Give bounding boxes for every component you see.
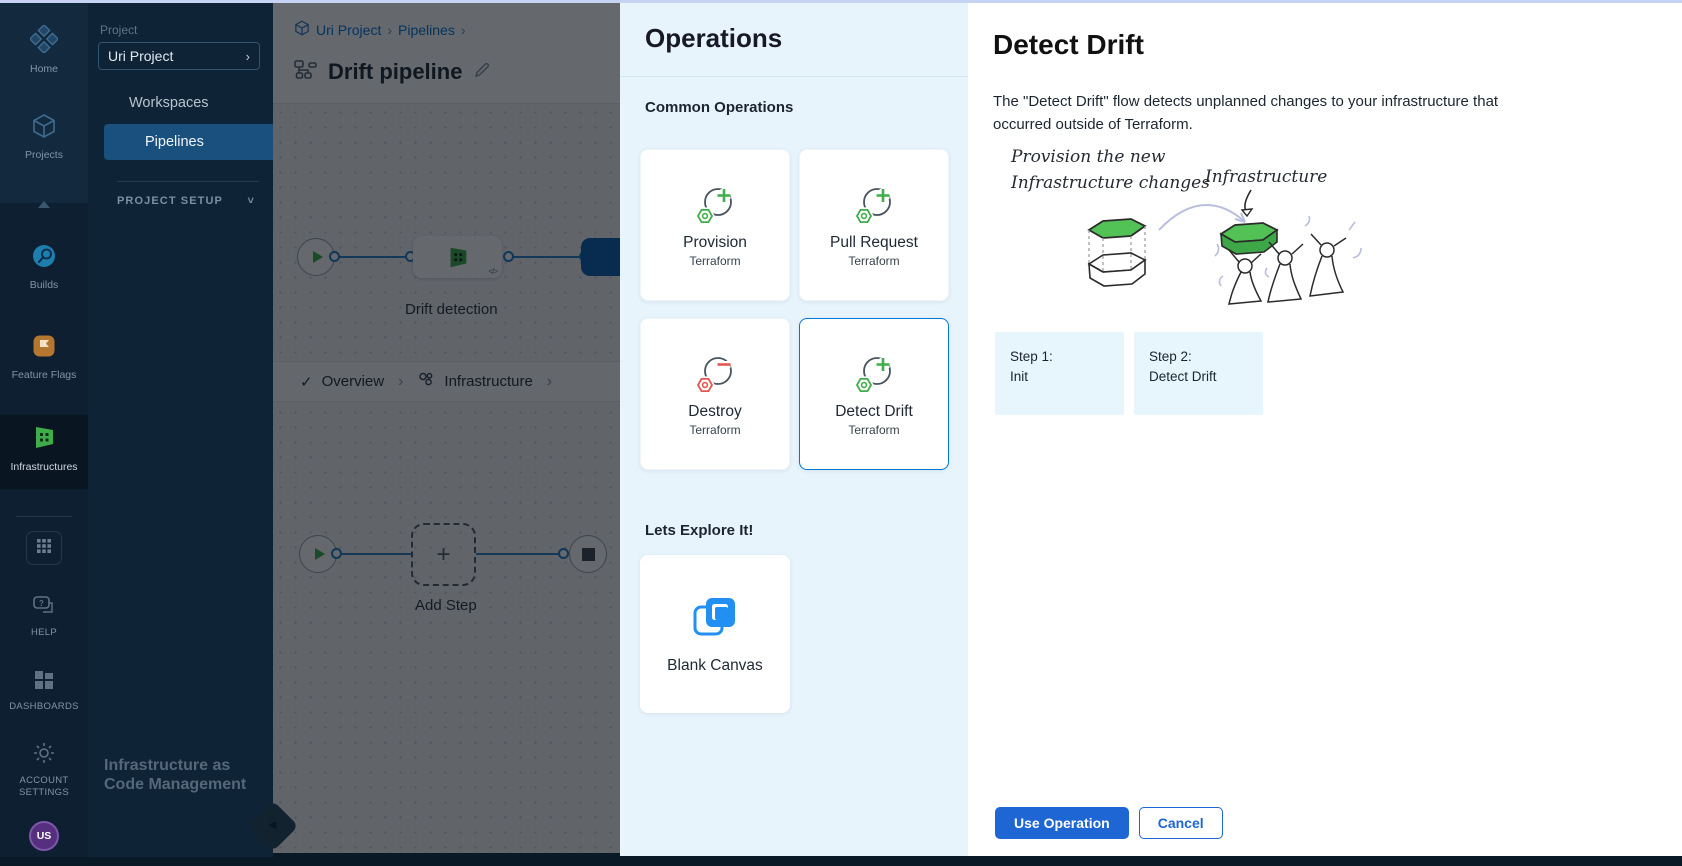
- rail-label: Builds: [30, 279, 59, 292]
- window-top-edge: [0, 0, 1682, 3]
- illustration-caption-3: Infrastructure: [1204, 167, 1327, 187]
- sidebar-divider: [117, 181, 259, 182]
- builds-icon: [31, 243, 57, 274]
- drift-illustration: Provision the new Infrastructure changes…: [993, 138, 1553, 318]
- sidebar-item-workspaces[interactable]: Workspaces: [88, 85, 273, 121]
- chevron-right-icon: ›: [246, 49, 250, 64]
- explore-heading: Lets Explore It!: [645, 522, 753, 539]
- app-window: Home Projects Builds: [0, 0, 1682, 866]
- operation-card-pull-request[interactable]: Pull Request Terraform: [799, 149, 949, 301]
- rail-item-dashboards[interactable]: DASHBOARDS: [0, 669, 88, 713]
- step-name: Init: [1010, 367, 1124, 387]
- project-section-label: Project: [100, 23, 137, 37]
- common-operations-heading: Common Operations: [645, 99, 793, 116]
- rail-item-account-settings[interactable]: ACCOUNT SETTINGS: [0, 741, 88, 799]
- operations-title: Operations: [645, 23, 782, 54]
- project-setup-toggle[interactable]: PROJECT SETUP ˅: [117, 195, 255, 207]
- rail-label: DASHBOARDS: [9, 701, 79, 713]
- rail-label: Feature Flags: [12, 369, 77, 382]
- operation-card-label: Destroy: [688, 403, 741, 421]
- hexagon-provision-sketch: [1089, 219, 1145, 286]
- operation-card-label: Provision: [683, 234, 747, 252]
- step-box-2: Step 2: Detect Drift: [1134, 332, 1263, 415]
- hexagon-infrastructure-sketch: [1221, 223, 1277, 254]
- svg-text:?: ?: [39, 599, 44, 608]
- destroy-minus-icon: [690, 351, 740, 397]
- infrastructure-icon: [30, 423, 58, 456]
- rail-item-builds[interactable]: Builds: [0, 243, 88, 292]
- modal-backdrop[interactable]: [273, 3, 620, 853]
- step-name: Detect Drift: [1149, 367, 1263, 387]
- operation-card-detect-drift[interactable]: Detect Drift Terraform: [799, 318, 949, 470]
- step-title: Step 1:: [1010, 347, 1124, 367]
- illustration-caption-1: Provision the new: [1010, 147, 1166, 167]
- dashboards-icon: [33, 669, 55, 696]
- detect-drift-add-icon: [849, 351, 899, 397]
- project-setup-label: PROJECT SETUP: [117, 195, 223, 207]
- blank-canvas-icon: [690, 593, 740, 641]
- rail-item-infrastructures[interactable]: Infrastructures: [0, 423, 88, 474]
- rail-item-feature-flags[interactable]: Feature Flags: [0, 333, 88, 382]
- operation-card-sub: Terraform: [848, 423, 899, 437]
- operation-card-sub: Terraform: [689, 423, 740, 437]
- pipeline-editor: Uri Project › Pipelines › Drift pipeline: [273, 3, 620, 853]
- step-title: Step 2:: [1149, 347, 1263, 367]
- operation-card-label: Detect Drift: [835, 403, 913, 421]
- module-picker-button[interactable]: [26, 531, 62, 565]
- detect-drift-detail-panel: Detect Drift The "Detect Drift" flow det…: [968, 3, 1682, 856]
- cube-icon: [31, 113, 57, 144]
- sidebar-item-label: Workspaces: [129, 95, 209, 111]
- project-selector[interactable]: Uri Project ›: [98, 42, 260, 70]
- flag-icon: [31, 333, 57, 364]
- rail-collapse-triangle-icon[interactable]: [38, 201, 50, 208]
- project-selector-value: Uri Project: [108, 48, 173, 64]
- rail-label: Infrastructures: [10, 461, 77, 474]
- pull-request-add-icon: [849, 182, 899, 228]
- rail-label: ACCOUNT SETTINGS: [0, 775, 88, 799]
- rail-item-home[interactable]: Home: [0, 25, 88, 76]
- chevron-down-icon: ˅: [247, 195, 255, 207]
- rail-label: Projects: [25, 149, 63, 162]
- illustration-caption-2: Infrastructure changes: [1010, 173, 1210, 193]
- collapse-arrow-icon: ◀: [268, 818, 276, 831]
- rail-item-projects[interactable]: Projects: [0, 113, 88, 162]
- cancel-button[interactable]: Cancel: [1139, 807, 1223, 839]
- blank-canvas-card[interactable]: Blank Canvas: [640, 555, 790, 713]
- rail-divider: [16, 516, 72, 517]
- module-rail: Home Projects Builds: [0, 3, 88, 857]
- use-operation-button[interactable]: Use Operation: [995, 807, 1129, 839]
- panel-divider: [620, 76, 968, 77]
- module-name-label: Infrastructure as Code Management: [104, 756, 254, 795]
- operation-card-sub: Terraform: [848, 254, 899, 268]
- gear-icon: [32, 741, 56, 770]
- operation-card-sub: Terraform: [689, 254, 740, 268]
- user-avatar[interactable]: US: [29, 821, 59, 851]
- project-sidebar: Project Uri Project › Workspaces Pipelin…: [88, 3, 273, 857]
- blank-canvas-label: Blank Canvas: [667, 657, 763, 675]
- sidebar-item-label: Pipelines: [145, 134, 204, 150]
- rail-label: HELP: [31, 627, 57, 639]
- step-box-1: Step 1: Init: [995, 332, 1124, 415]
- operation-card-destroy[interactable]: Destroy Terraform: [640, 318, 790, 470]
- operation-card-label: Pull Request: [830, 234, 918, 252]
- provision-add-icon: [690, 182, 740, 228]
- harness-home-icon: [30, 25, 58, 58]
- rail-label: Home: [30, 63, 58, 76]
- rail-item-help[interactable]: ? HELP: [0, 595, 88, 639]
- operations-panel: Operations Common Operations Provision T…: [620, 3, 968, 856]
- help-chat-icon: ?: [32, 595, 56, 622]
- sidebar-item-pipelines[interactable]: Pipelines: [104, 124, 273, 160]
- detail-title: Detect Drift: [993, 29, 1144, 61]
- detail-description: The "Detect Drift" flow detects unplanne…: [993, 91, 1533, 136]
- grid-icon: [36, 538, 52, 559]
- operation-card-provision[interactable]: Provision Terraform: [640, 149, 790, 301]
